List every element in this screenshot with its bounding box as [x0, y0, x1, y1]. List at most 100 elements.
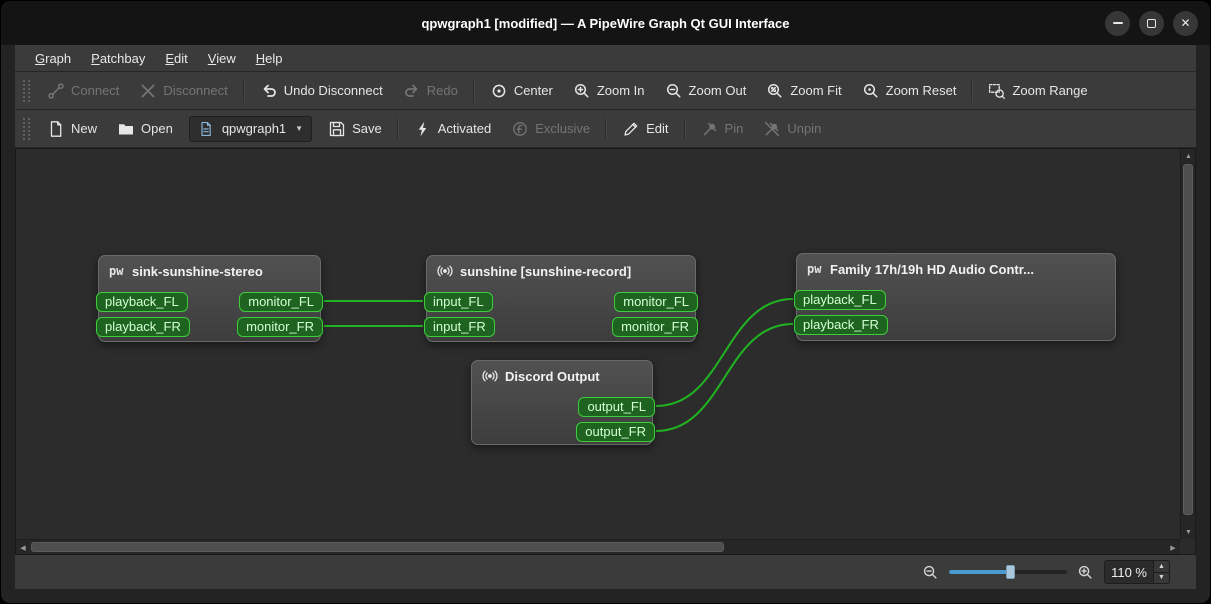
port-input_FL[interactable]: input_FL [424, 292, 493, 312]
horizontal-scrollbar[interactable]: ◀ ▶ [16, 539, 1180, 554]
port-monitor_FR[interactable]: monitor_FR [237, 317, 323, 337]
zoom-in-icon[interactable] [1077, 564, 1094, 581]
minimize-icon [1112, 22, 1123, 24]
port-output_FR[interactable]: output_FR [576, 422, 655, 442]
connections-layer [323, 298, 794, 432]
horizontal-scroll-track[interactable] [30, 540, 1166, 554]
menu-label: Patchbay [91, 50, 146, 66]
zoom-range-button[interactable]: Zoom Range [979, 76, 1096, 106]
app-window: qpwgraph1 [modified] — A PipeWire Graph … [0, 0, 1211, 604]
center-button[interactable]: Center [481, 76, 562, 106]
graph-node-sunshine[interactable]: sunshine [sunshine-record] input_FL input_… [424, 255, 698, 342]
toolbar-drag-handle[interactable] [23, 117, 30, 140]
button-label: Disconnect [163, 83, 228, 98]
button-label: Connect [71, 83, 120, 98]
zoom-fit-button[interactable]: Zoom Fit [757, 76, 850, 106]
port-input_FR[interactable]: input_FR [424, 317, 495, 337]
port-monitor_FR[interactable]: monitor_FR [612, 317, 698, 337]
spin-down-button[interactable]: ▼ [1154, 571, 1169, 583]
button-label: Activated [437, 121, 492, 136]
toolbar-separator [605, 117, 608, 140]
zoom-out-icon[interactable] [922, 564, 939, 581]
port-playback_FR[interactable]: playback_FR [96, 317, 190, 337]
graph-canvas[interactable]: pw sink-sunshine-stereo playback_FL playbac… [16, 149, 1180, 539]
scroll-up-arrow-icon[interactable]: ▲ [1181, 149, 1196, 163]
port-monitor_FL[interactable]: monitor_FL [614, 292, 698, 312]
graph-node-discord[interactable]: Discord Output output_FL output_FR [471, 360, 655, 445]
minimize-button[interactable] [1105, 10, 1130, 36]
button-label: New [71, 121, 98, 136]
zoom-slider-handle[interactable] [1006, 565, 1016, 579]
window-title: qpwgraph1 [modified] — A PipeWire Graph … [421, 15, 790, 31]
button-label: Exclusive [535, 121, 591, 136]
statusbar: 110 % ▲ ▼ [15, 555, 1196, 589]
menu-patchbay[interactable]: Patchbay [81, 45, 155, 71]
node-header: Discord Output [472, 361, 652, 384]
menu-view[interactable]: View [198, 45, 246, 71]
menu-help[interactable]: Help [246, 45, 293, 71]
pin-icon [701, 120, 719, 138]
menu-label: Graph [35, 50, 72, 66]
menu-edit[interactable]: Edit [155, 45, 197, 71]
unpin-button[interactable]: Unpin [754, 114, 830, 144]
port-playback_FR[interactable]: playback_FR [794, 315, 888, 335]
disconnect-button[interactable]: Disconnect [130, 76, 236, 106]
edit-button[interactable]: Edit [613, 114, 677, 144]
scroll-left-arrow-icon[interactable]: ◀ [16, 540, 30, 555]
node-title: sunshine [sunshine-record] [460, 263, 632, 279]
exclusive-button[interactable]: Exclusive [502, 114, 599, 144]
edit-icon [622, 120, 640, 138]
zoom-reset-icon [862, 82, 880, 100]
button-label: Redo [426, 83, 458, 98]
maximize-button[interactable] [1139, 10, 1164, 36]
redo-button[interactable]: Redo [394, 76, 467, 106]
patchbay-selector[interactable]: qpwgraph1 ▼ [188, 115, 313, 142]
scroll-down-arrow-icon[interactable]: ▼ [1181, 525, 1196, 539]
maximize-icon [1147, 18, 1156, 28]
graph-view: pw sink-sunshine-stereo playback_FL playbac… [15, 148, 1196, 555]
horizontal-scroll-handle[interactable] [31, 542, 724, 552]
save-button[interactable]: Save [319, 114, 391, 144]
zoom-spinbox[interactable]: 110 % ▲ ▼ [1104, 560, 1170, 584]
toolbar-drag-handle[interactable] [23, 79, 30, 102]
node-header: sunshine [sunshine-record] [427, 256, 695, 279]
zoom-slider[interactable] [949, 564, 1068, 580]
toolbar-separator [396, 117, 399, 140]
port-monitor_FL[interactable]: monitor_FL [239, 292, 323, 312]
graph-node-family[interactable]: pw Family 17h/19h HD Audio Contr... playba… [794, 253, 1116, 341]
close-button[interactable]: ✕ [1173, 10, 1198, 36]
port-playback_FL[interactable]: playback_FL [794, 290, 886, 310]
scroll-right-arrow-icon[interactable]: ▶ [1166, 540, 1180, 555]
unpin-icon [763, 120, 781, 138]
activated-button[interactable]: Activated [405, 114, 500, 144]
button-label: Undo Disconnect [283, 83, 383, 98]
vertical-scroll-track[interactable] [1181, 163, 1195, 525]
toolbar-graph: Connect Disconnect Undo Disconnect Redo Cent… [15, 72, 1196, 110]
window-controls: ✕ [1105, 1, 1198, 45]
connect-button[interactable]: Connect [38, 76, 128, 106]
record-icon [437, 263, 453, 279]
vertical-scroll-handle[interactable] [1183, 164, 1193, 516]
vertical-scrollbar[interactable]: ▲ ▼ [1180, 149, 1195, 539]
new-button[interactable]: New [38, 114, 106, 144]
port-output_FL[interactable]: output_FL [578, 397, 655, 417]
close-icon: ✕ [1180, 16, 1191, 30]
pin-button[interactable]: Pin [692, 114, 753, 144]
button-label: Zoom Fit [790, 83, 842, 98]
spin-up-button[interactable]: ▲ [1154, 561, 1169, 572]
port-playback_FL[interactable]: playback_FL [96, 292, 188, 312]
button-label: Zoom Reset [885, 83, 957, 98]
zoom-in-button[interactable]: Zoom In [564, 76, 654, 106]
menu-graph[interactable]: Graph [25, 45, 81, 71]
titlebar[interactable]: qpwgraph1 [modified] — A PipeWire Graph … [1, 1, 1210, 45]
graph-node-sink[interactable]: pw sink-sunshine-stereo playback_FL playbac… [96, 255, 323, 342]
zoom-value: 110 % [1111, 564, 1147, 580]
zoom-out-button[interactable]: Zoom Out [656, 76, 756, 106]
toolbar-separator [971, 79, 974, 102]
menubar: Graph Patchbay Edit View Help [15, 45, 1196, 72]
undo-disconnect-button[interactable]: Undo Disconnect [251, 76, 392, 106]
app-frame: Graph Patchbay Edit View Help Connect Disconn… [15, 45, 1196, 589]
node-header: pw Family 17h/19h HD Audio Contr... [797, 254, 1115, 277]
open-button[interactable]: Open [108, 114, 182, 144]
zoom-reset-button[interactable]: Zoom Reset [853, 76, 966, 106]
